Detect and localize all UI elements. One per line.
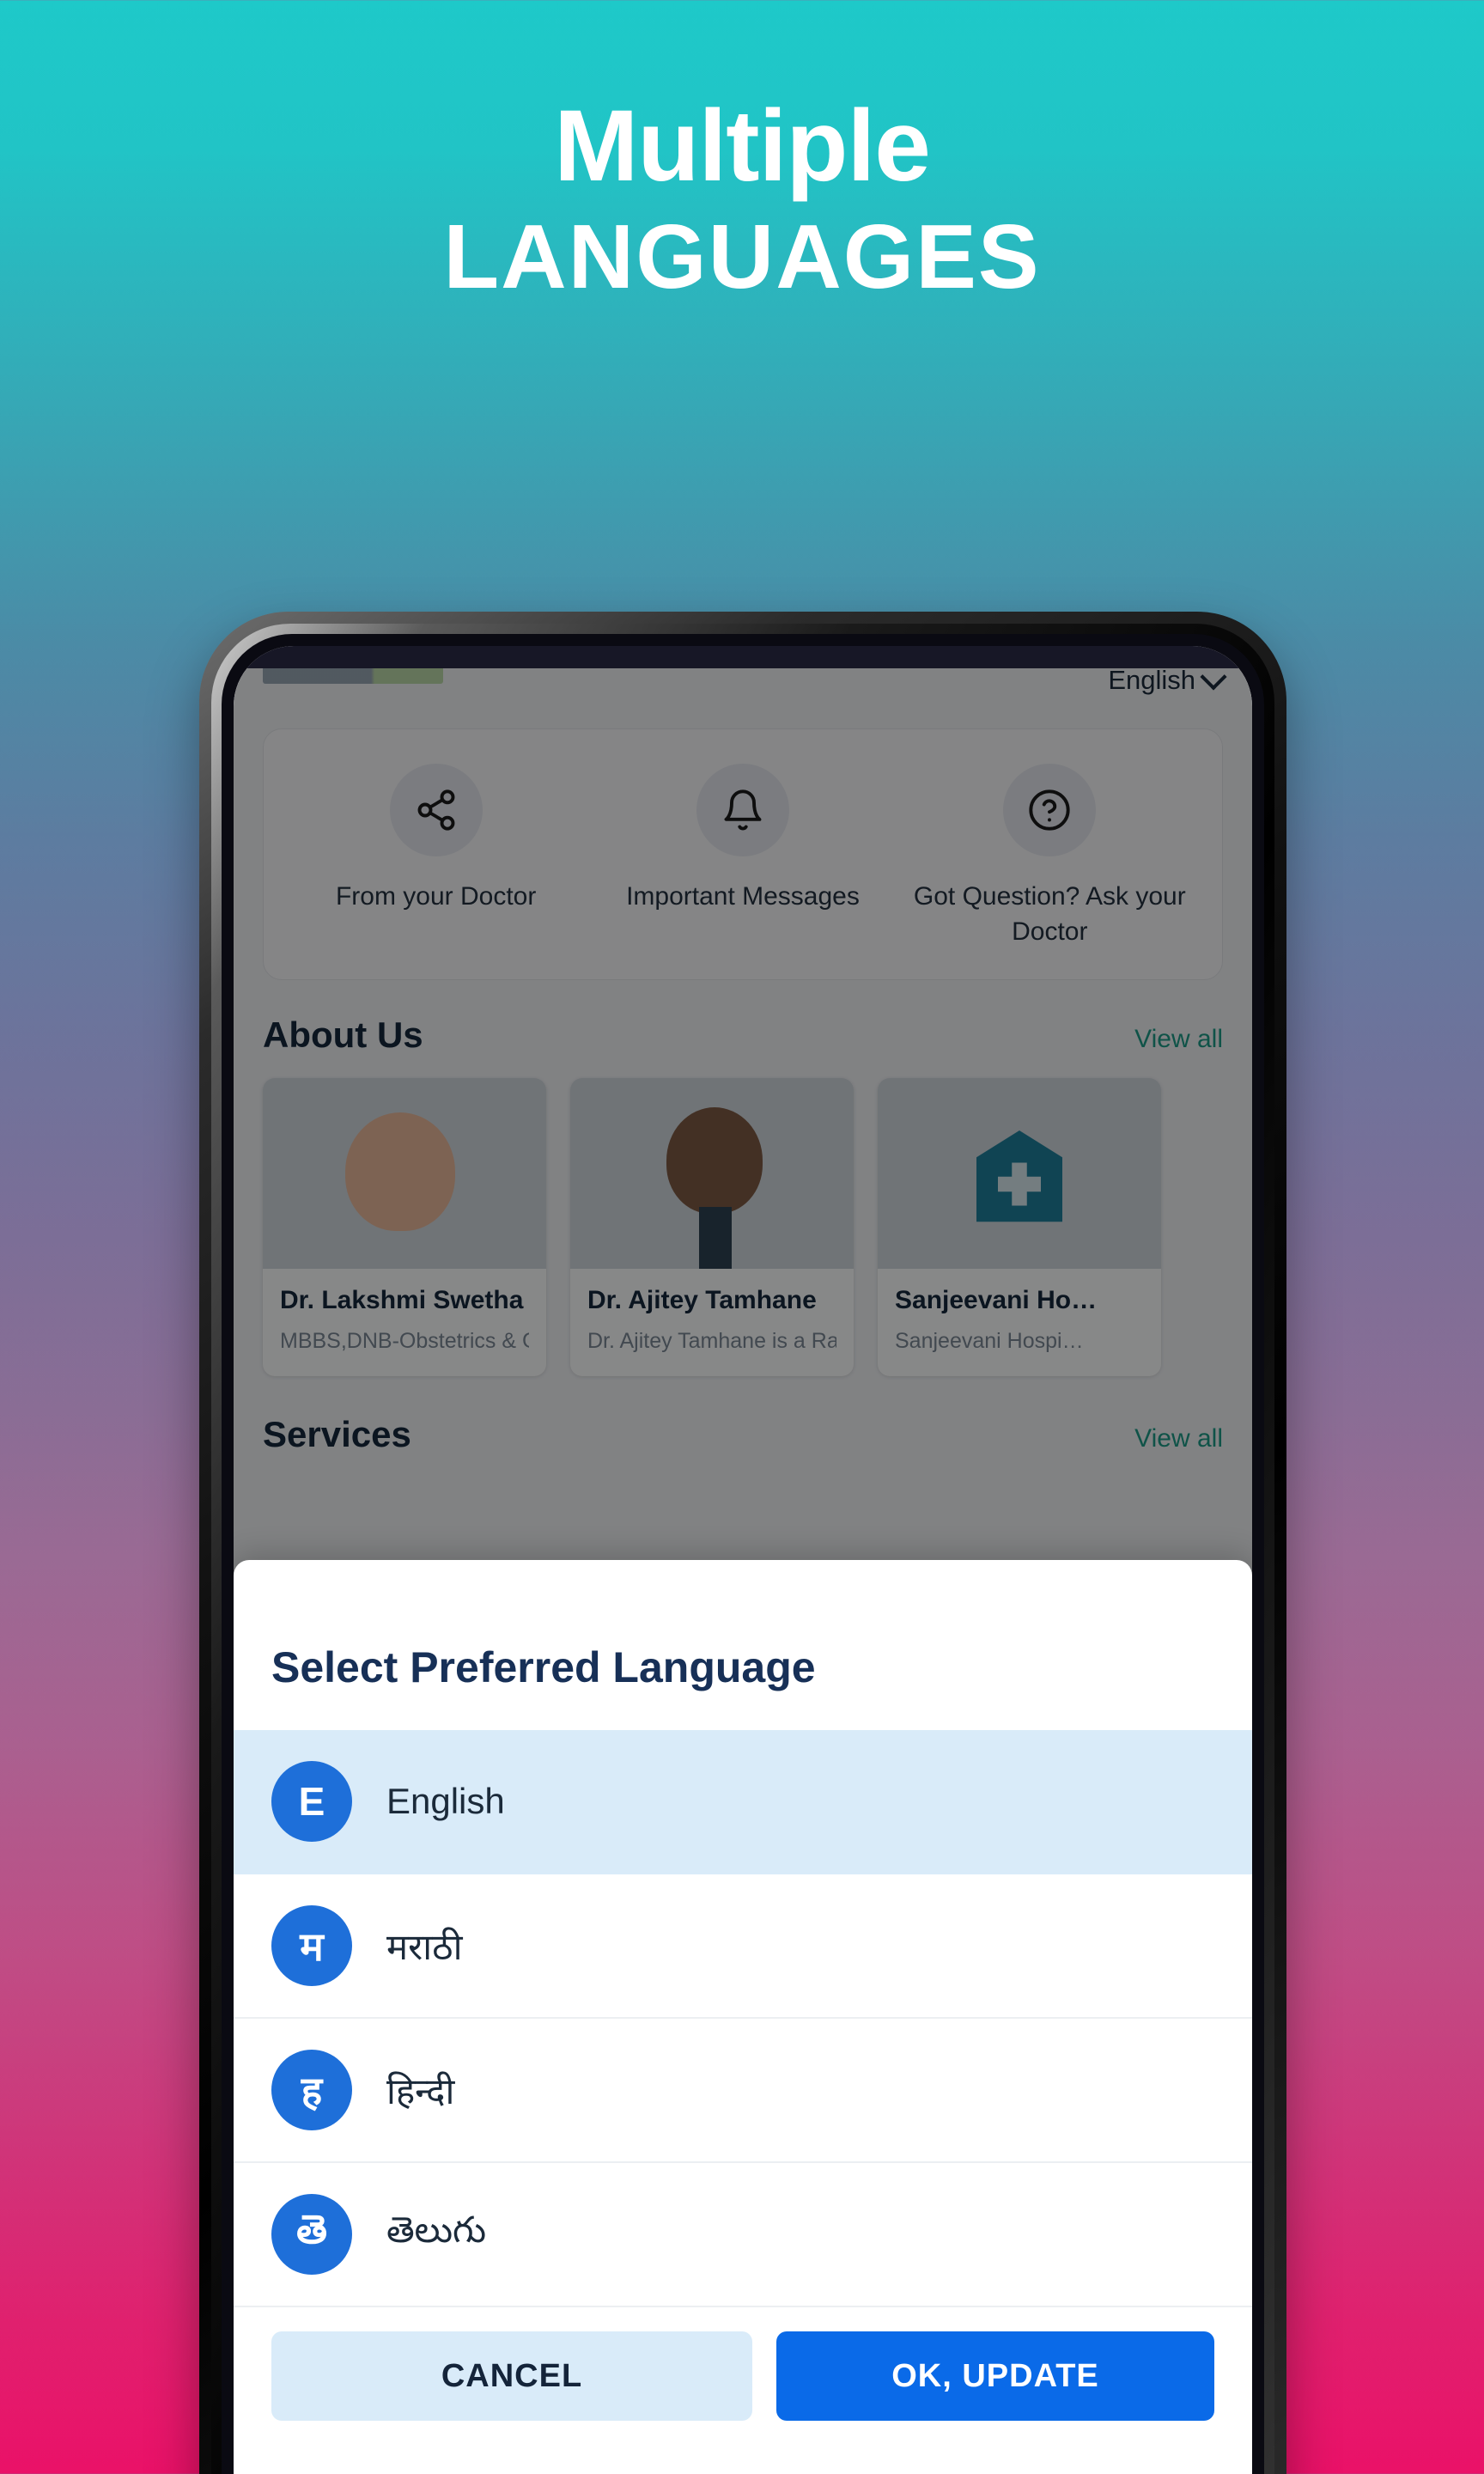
dialog-title: Select Preferred Language bbox=[271, 1643, 816, 1691]
phone-screen: English From your Doctor Important Messa… bbox=[234, 646, 1252, 2474]
quick-action-ask-your-doctor[interactable]: Got Question? Ask your Doctor bbox=[907, 764, 1192, 950]
about-card[interactable]: Dr. Lakshmi Swetha karl… MBBS,DNB-Obstet… bbox=[263, 1077, 546, 1376]
language-option-label: తెలుగు bbox=[386, 2209, 487, 2250]
bell-icon bbox=[696, 764, 789, 856]
app-logo bbox=[263, 668, 443, 684]
language-avatar: ह bbox=[271, 2050, 352, 2130]
quick-actions-card: From your Doctor Important Messages Got … bbox=[263, 728, 1223, 980]
status-bar bbox=[234, 646, 1252, 668]
language-selector[interactable]: English bbox=[1108, 668, 1227, 696]
quick-action-label: Got Question? Ask your Doctor bbox=[913, 882, 1186, 947]
language-option-hindi[interactable]: ह हिन्दी bbox=[234, 2019, 1252, 2163]
section-header-services: Services View all bbox=[263, 1414, 1223, 1455]
language-option-marathi[interactable]: म मराठी bbox=[234, 1874, 1252, 2019]
phone-mockup: English From your Doctor Important Messa… bbox=[199, 612, 1286, 2474]
about-card-name: Sanjeevani Ho… bbox=[895, 1285, 1098, 1314]
chevron-down-icon bbox=[1200, 668, 1227, 691]
view-all-link-about-us[interactable]: View all bbox=[1134, 1025, 1223, 1054]
language-option-telugu[interactable]: తె తెలుగు bbox=[234, 2163, 1252, 2307]
cancel-button[interactable]: CANCEL bbox=[271, 2331, 752, 2421]
section-title: About Us bbox=[263, 1014, 423, 1055]
ok-update-button[interactable]: OK, UPDATE bbox=[776, 2331, 1214, 2421]
language-selector-value: English bbox=[1108, 668, 1195, 695]
app-content: English From your Doctor Important Messa… bbox=[234, 668, 1252, 2474]
question-circle-icon bbox=[1003, 764, 1097, 856]
doctor-photo bbox=[570, 1077, 854, 1269]
quick-action-from-your-doctor[interactable]: From your Doctor bbox=[294, 764, 579, 914]
about-card[interactable]: Sanjeevani Ho… Sanjeevani Hospi… bbox=[878, 1077, 1161, 1376]
promo-headline: Multiple LANGUAGES bbox=[0, 94, 1484, 308]
headline-line-2: LANGUAGES bbox=[443, 206, 1041, 308]
about-card-name: Dr. Lakshmi Swetha karl… bbox=[280, 1285, 529, 1314]
about-card-subtitle: Dr. Ajitey Tamhane is a Radiol… bbox=[587, 1328, 836, 1353]
quick-action-label: From your Doctor bbox=[335, 882, 537, 911]
about-card[interactable]: Dr. Ajitey Tamhane Dr. Ajitey Tamhane is… bbox=[570, 1077, 854, 1376]
language-dialog: Select Preferred Language E English म मर… bbox=[234, 1560, 1252, 2474]
language-option-label: मराठी bbox=[386, 1926, 463, 1967]
app-topbar: English bbox=[234, 668, 1252, 698]
quick-action-label: Important Messages bbox=[626, 882, 860, 911]
hospital-icon bbox=[878, 1077, 1161, 1269]
section-header-about-us: About Us View all bbox=[263, 1015, 1223, 1056]
about-card-subtitle: Sanjeevani Hospi… bbox=[895, 1328, 1084, 1353]
language-option-label: हिन्दी bbox=[386, 2070, 455, 2111]
quick-action-important-messages[interactable]: Important Messages bbox=[600, 764, 885, 914]
language-avatar: E bbox=[271, 1761, 352, 1842]
language-option-label: English bbox=[386, 1781, 505, 1821]
share-icon bbox=[389, 764, 483, 856]
doctor-photo bbox=[263, 1077, 546, 1269]
about-card-subtitle: MBBS,DNB-Obstetrics & Gyne… bbox=[280, 1328, 529, 1353]
language-avatar: తె bbox=[271, 2194, 352, 2275]
view-all-link-services[interactable]: View all bbox=[1134, 1424, 1223, 1453]
dialog-actions: CANCEL OK, UPDATE bbox=[234, 2307, 1252, 2421]
language-avatar: म bbox=[271, 1905, 352, 1986]
about-us-card-list[interactable]: Dr. Lakshmi Swetha karl… MBBS,DNB-Obstet… bbox=[263, 1077, 1252, 1376]
language-option-english[interactable]: E English bbox=[234, 1730, 1252, 1874]
section-title: Services bbox=[263, 1413, 411, 1454]
about-card-name: Dr. Ajitey Tamhane bbox=[587, 1285, 817, 1314]
headline-line-1: Multiple bbox=[554, 89, 931, 203]
